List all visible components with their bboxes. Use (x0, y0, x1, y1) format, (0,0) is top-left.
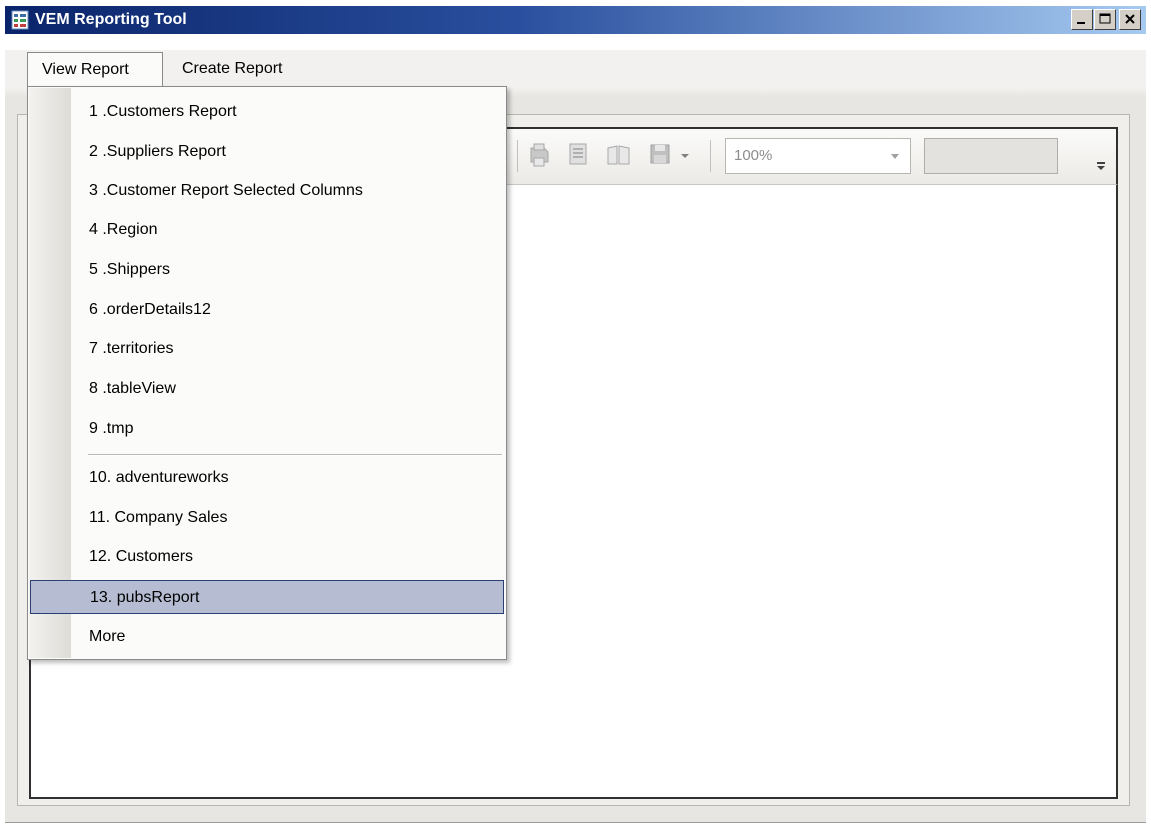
toolbar-separator (517, 140, 518, 172)
menu-item-label: 12. Customers (89, 548, 194, 565)
report-app-icon (11, 10, 29, 30)
menu-view-report[interactable]: View Report (27, 52, 163, 86)
find-text-input[interactable] (924, 138, 1058, 174)
menu-item-label: 7 .territories (89, 340, 174, 357)
menu-separator (88, 454, 502, 456)
menu-item-label: 4 .Region (89, 221, 158, 238)
menu-item-tmp[interactable]: 9 .tmp (30, 412, 504, 446)
toolbar-separator (710, 140, 711, 172)
menu-item-pubsreport[interactable]: 13. pubsReport (30, 580, 504, 614)
export-save-icon[interactable] (648, 140, 672, 170)
menu-item-territories[interactable]: 7 .territories (30, 332, 504, 366)
page-layout-icon[interactable] (566, 140, 590, 170)
chevron-down-icon (891, 154, 899, 159)
menu-item-label: 2 .Suppliers Report (89, 143, 226, 160)
menu-item-customers[interactable]: 12. Customers (30, 540, 504, 574)
menu-item-orderdetails12[interactable]: 6 .orderDetails12 (30, 293, 504, 327)
print-icon[interactable] (526, 140, 552, 170)
menu-item-label: 6 .orderDetails12 (89, 301, 211, 318)
menu-item-label: 13. pubsReport (90, 589, 200, 606)
menu-item-customers-report[interactable]: 1 .Customers Report (30, 95, 504, 129)
title-bar[interactable]: VEM Reporting Tool (5, 6, 1146, 34)
zoom-select[interactable]: 100% (725, 138, 911, 174)
maximize-button[interactable] (1094, 9, 1116, 30)
menu-item-company-sales[interactable]: 11. Company Sales (30, 501, 504, 535)
menu-item-customer-report-selected-columns[interactable]: 3 .Customer Report Selected Columns (30, 174, 504, 208)
toolbar-overflow-icon[interactable] (1096, 160, 1106, 172)
menu-item-label: More (89, 628, 126, 645)
menu-item-label: 8 .tableView (89, 380, 176, 397)
menu-item-label: 9 .tmp (89, 420, 134, 437)
export-dropdown-arrow-icon[interactable] (680, 152, 690, 160)
maximize-icon (1099, 13, 1111, 24)
zoom-value: 100% (734, 147, 773, 164)
menu-item-label: 11. Company Sales (89, 509, 228, 526)
menu-item-region[interactable]: 4 .Region (30, 213, 504, 247)
menu-item-adventureworks[interactable]: 10. adventureworks (30, 461, 504, 495)
menu-item-label: 1 .Customers Report (89, 103, 237, 120)
menu-item-shippers[interactable]: 5 .Shippers (30, 253, 504, 287)
minimize-icon (1077, 22, 1085, 24)
view-report-dropdown: 1 .Customers Report 2 .Suppliers Report … (27, 86, 507, 660)
close-icon (1125, 14, 1135, 24)
close-button[interactable] (1119, 9, 1141, 30)
window-title: VEM Reporting Tool (35, 11, 187, 28)
menu-item-tableview[interactable]: 8 .tableView (30, 372, 504, 406)
minimize-button[interactable] (1071, 9, 1093, 30)
menu-item-label: 10. adventureworks (89, 469, 229, 486)
menu-item-more[interactable]: More (30, 620, 504, 654)
menu-create-report[interactable]: Create Report (168, 52, 297, 86)
menu-item-label: 3 .Customer Report Selected Columns (89, 182, 363, 199)
page-setup-icon[interactable] (604, 140, 634, 170)
menu-item-label: 5 .Shippers (89, 261, 170, 278)
menu-item-suppliers-report[interactable]: 2 .Suppliers Report (30, 135, 504, 169)
app-window: VEM Reporting Tool View Report Create Re… (0, 0, 1151, 827)
